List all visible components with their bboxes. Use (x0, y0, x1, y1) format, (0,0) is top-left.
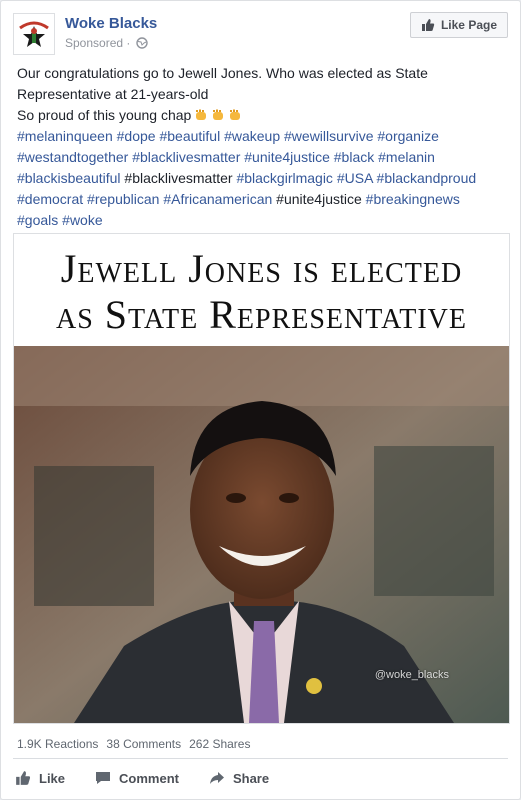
hashtag-text: #unite4justice (272, 191, 366, 207)
comment-icon (96, 772, 111, 784)
like-button[interactable]: Like (15, 770, 65, 786)
globe-icon (136, 37, 148, 49)
post-header: Woke Blacks Sponsored · Like Page (13, 12, 508, 59)
hashtag-link[interactable]: #wewillsurvive (284, 128, 373, 144)
post-card: Woke Blacks Sponsored · Like Page Our co… (0, 0, 521, 800)
post-text-line: So proud of this young chap (17, 105, 507, 126)
post-image[interactable]: Jewell Jones is elected as State Represe… (13, 233, 510, 724)
share-button[interactable]: Share (209, 770, 269, 786)
hashtag-text: #blacklivesmatter (120, 170, 237, 186)
hashtag-link[interactable]: #republican (87, 191, 159, 207)
hashtag-link[interactable]: #beautiful (159, 128, 220, 144)
hashtag-link[interactable]: #Africanamerican (163, 191, 272, 207)
hashtag-line: #democrat #republican #Africanamerican #… (17, 189, 509, 210)
hashtag-link[interactable]: #melanin (378, 149, 435, 165)
hashtag-link[interactable]: #democrat (17, 191, 83, 207)
raised-fist-emoji-icon (196, 109, 207, 120)
hashtag-link[interactable]: #westandtogether (17, 149, 128, 165)
comment-button[interactable]: Comment (95, 770, 179, 786)
hashtag-link[interactable]: #melaninqueen (17, 128, 113, 144)
page-name-link[interactable]: Woke Blacks (65, 15, 157, 32)
hashtag-link[interactable]: #blackgirlmagic (236, 170, 332, 186)
hashtags: #melaninqueen #dope #beautiful #wakeup #… (17, 126, 509, 231)
hashtag-line: #blackisbeautiful #blacklivesmatter #bla… (17, 168, 509, 189)
image-headline: Jewell Jones is elected as State Represe… (14, 234, 509, 346)
like-label: Like (39, 770, 66, 786)
hashtag-link[interactable]: #blackisbeautiful (17, 170, 121, 186)
raised-fist-emoji-icon (230, 109, 241, 120)
hashtag-link[interactable]: #woke (62, 212, 102, 228)
share-label: Share (232, 770, 270, 786)
image-watermark: @woke_blacks (374, 669, 449, 681)
hashtag-line: #melaninqueen #dope #beautiful #wakeup #… (17, 126, 509, 147)
page-avatar[interactable] (13, 13, 55, 55)
shares-count[interactable]: 262 Shares (189, 737, 250, 751)
hashtag-link[interactable]: #black (334, 149, 374, 165)
hashtag-link[interactable]: #blacklivesmatter (132, 149, 240, 165)
hashtag-link[interactable]: #blackandproud (377, 170, 477, 186)
image-headline-line: as State Representative (56, 292, 467, 337)
sponsored-label: Sponsored · (65, 36, 148, 50)
portrait-photo (14, 346, 509, 723)
hashtag-link[interactable]: #USA (337, 170, 373, 186)
hashtag-link[interactable]: #unite4justice (244, 149, 330, 165)
like-page-label: Like Page (440, 18, 497, 32)
woke-blacks-logo-icon (14, 14, 54, 54)
hashtag-link[interactable]: #dope (117, 128, 156, 144)
like-page-button[interactable]: Like Page (409, 12, 508, 38)
post-text-line: Our congratulations go to Jewell Jones. … (17, 65, 428, 81)
reactions-count[interactable]: 1.9K Reactions (17, 737, 98, 751)
raised-fist-emoji-icon (213, 109, 224, 120)
hashtag-link[interactable]: #breakingnews (366, 191, 460, 207)
comments-count[interactable]: 38 Comments (106, 737, 181, 751)
post-text: Our congratulations go to Jewell Jones. … (17, 63, 507, 126)
thumbs-up-icon (421, 19, 435, 31)
image-headline-line: Jewell Jones is elected (60, 246, 463, 291)
share-arrow-icon (209, 772, 224, 784)
divider (13, 758, 508, 759)
engagement-stats: 1.9K Reactions 38 Comments 262 Shares (17, 737, 250, 751)
hashtag-link[interactable]: #organize (377, 128, 439, 144)
thumbs-up-icon (16, 771, 31, 785)
hashtag-line: #westandtogether #blacklivesmatter #unit… (17, 147, 509, 168)
post-actions: Like Comment Share (15, 765, 269, 791)
post-text-line: Representative at 21-years-old (17, 86, 209, 102)
post-text-line-content: So proud of this young chap (17, 107, 192, 123)
sponsored-text: Sponsored · (65, 36, 131, 50)
hashtag-link[interactable]: #goals (17, 212, 58, 228)
comment-label: Comment (119, 770, 179, 786)
hashtag-line: #goals #woke (17, 210, 509, 231)
hashtag-link[interactable]: #wakeup (224, 128, 280, 144)
